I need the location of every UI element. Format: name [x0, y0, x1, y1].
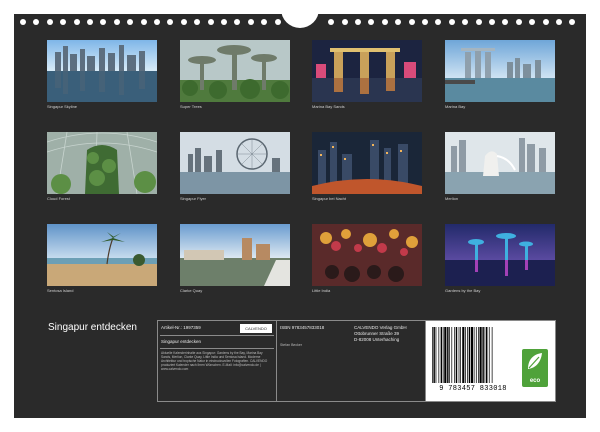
photo-image: [445, 132, 555, 194]
binding-hole: [448, 19, 455, 25]
binding-hole: [462, 19, 469, 25]
binding-hole: [408, 19, 415, 25]
info-column-middle: ISBN 9783457833018 Stefan Becker CALVEND…: [277, 321, 426, 401]
photo-image: [445, 40, 555, 102]
binding-hole: [542, 19, 549, 25]
photo-supertrees: [180, 40, 290, 102]
binding-hole: [221, 19, 227, 25]
barcode-panel: 9 783457 833018 eco: [426, 321, 555, 401]
photo-image: [312, 132, 422, 194]
publisher-address-line-3: D-82008 Unterhaching: [354, 337, 400, 342]
binding-hole: [422, 19, 428, 25]
binding-hole: [167, 19, 174, 25]
binding-hole: [261, 19, 268, 25]
photo-caption: Gardens by the Bay: [445, 288, 481, 293]
photo-image: [47, 224, 157, 286]
binding-hole: [355, 19, 361, 25]
binding-hole: [20, 19, 26, 25]
photo-cloud-forest: [47, 132, 157, 194]
photo-caption: Marina Bay: [445, 104, 466, 109]
binding-hole: [328, 19, 335, 25]
photo-quay: [180, 224, 290, 286]
photo-little-india: [312, 224, 422, 286]
info-column-left: Artikel-Nr.: 1997359 CALVENDO Singapur e…: [158, 321, 277, 401]
binding-hole: [515, 19, 522, 25]
photo-marina-bay-day: [445, 40, 555, 102]
photo-caption: Super Trees: [180, 104, 202, 109]
binding-hole: [207, 19, 214, 25]
publisher-address-line-2: Ottobrunner Straße 39: [354, 331, 400, 336]
eco-badge: eco: [522, 349, 548, 387]
binding-hole: [33, 19, 40, 25]
binding-hole: [100, 19, 107, 25]
photo-beach: [47, 224, 157, 286]
binding-hole: [529, 19, 536, 25]
photo-caption: Marina Bay Sands: [312, 104, 345, 109]
photo-marina-bay-sands-night: [312, 40, 422, 102]
binding-hole: [368, 19, 375, 25]
photo-image: [180, 224, 290, 286]
binding-hole: [556, 19, 562, 25]
divider: [160, 335, 274, 336]
binding-hole: [489, 19, 495, 25]
divider: [160, 348, 274, 349]
photo-city-night: [312, 132, 422, 194]
binding-hole: [46, 19, 53, 25]
photo-caption: Singapur bei Nacht: [312, 196, 347, 201]
binding-hole: [475, 19, 482, 25]
photo-skyline-reflection: [47, 40, 157, 102]
binding-hole: [502, 19, 509, 25]
info-box: Artikel-Nr.: 1997359 CALVENDO Singapur e…: [157, 320, 556, 402]
leaf-icon: [528, 353, 542, 369]
photo-image: [47, 40, 157, 102]
info-subtitle: Singapur entdecken: [161, 339, 202, 344]
binding-hole: [113, 19, 120, 25]
isbn-barcode: [432, 327, 493, 383]
publisher-address-line-1: CALVENDO Verlag GmbH: [354, 325, 407, 330]
photo-image: [445, 224, 555, 286]
binding-hole: [341, 19, 348, 25]
photo-caption: Cloud Forest: [47, 196, 70, 201]
binding-hole: [194, 19, 201, 25]
binding-hole: [395, 19, 402, 25]
info-description: Aktuelle Kalenderinhalte aus Singapur: G…: [161, 351, 268, 371]
photo-caption: Sentosa Island: [47, 288, 74, 293]
eco-label: eco: [529, 378, 541, 384]
article-number: Artikel-Nr.: 1997359: [161, 325, 201, 330]
photo-image: [180, 40, 290, 102]
photo-image: [312, 224, 422, 286]
photo-caption: Merlion: [445, 196, 459, 201]
binding-hole: [87, 19, 93, 25]
binding-hole: [154, 19, 160, 25]
photo-image: [47, 132, 157, 194]
binding-hole: [180, 19, 187, 25]
binding-hole: [234, 19, 241, 25]
binding-hole: [274, 19, 281, 25]
binding-hole: [140, 19, 147, 25]
isbn: ISBN 9783457833018: [280, 325, 325, 330]
photo-caption: Singapur Flyer: [180, 196, 207, 201]
photo-caption: Singapur Skyline: [47, 104, 78, 109]
calendar-title: Singapur entdecken: [48, 322, 137, 333]
photo-merlion: [445, 132, 555, 194]
photo-caption: Little India: [312, 288, 331, 293]
binding-hole: [569, 19, 576, 25]
binding-hole: [247, 19, 254, 25]
binding-hole: [127, 19, 134, 25]
photo-image: [180, 132, 290, 194]
binding-hole: [381, 19, 388, 25]
author-name: Stefan Becker: [280, 343, 302, 347]
photo-gardens-night: [445, 224, 555, 286]
binding-hole: [435, 19, 442, 25]
photo-image: [312, 40, 422, 102]
photo-caption: Clarke Quay: [180, 288, 203, 293]
barcode-number: 9 783457 833018: [439, 385, 507, 393]
photo-flyer: [180, 132, 290, 194]
binding-hole: [60, 19, 67, 25]
binding-hole: [73, 19, 80, 25]
publisher-logo: CALVENDO: [240, 324, 272, 333]
